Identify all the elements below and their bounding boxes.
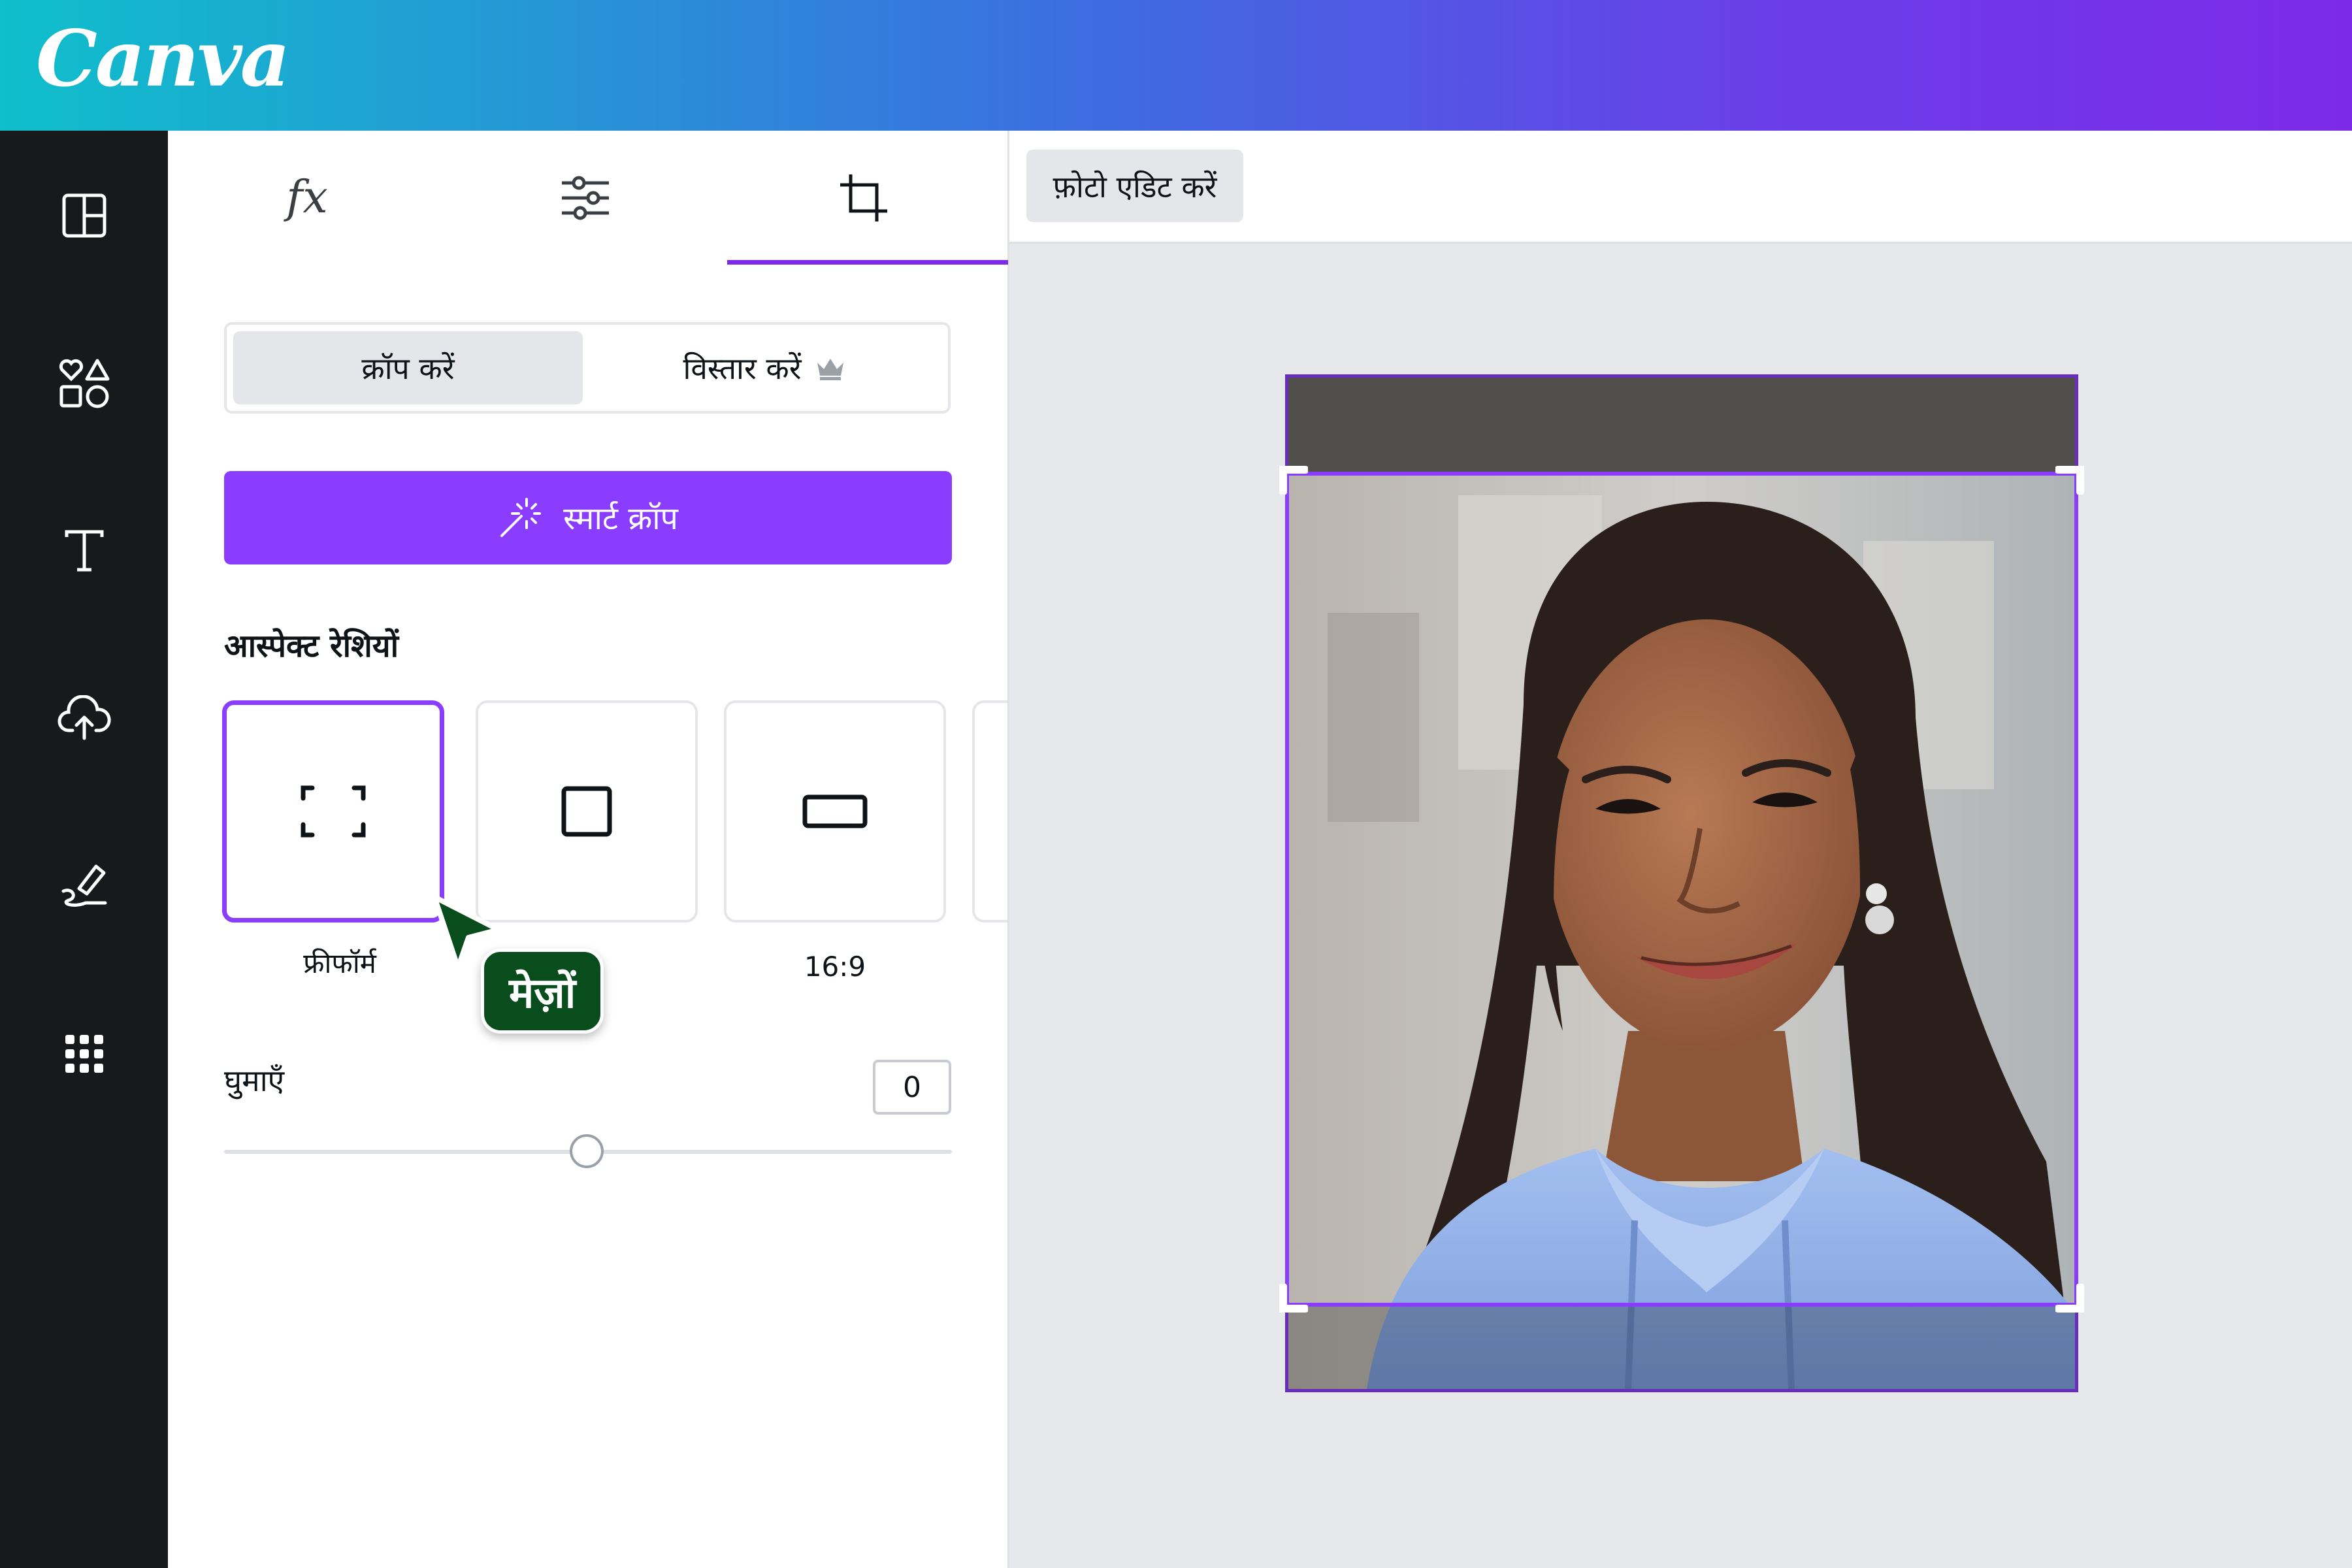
tab-adjust[interactable] [446,131,725,265]
active-tab-indicator [727,260,1008,265]
rotate-slider-thumb[interactable] [570,1134,604,1168]
smart-crop-label: स्मार्ट क्रॉप [563,500,678,537]
edit-photo-label: फ़ोटो एडिट करें [1053,169,1217,204]
elements-icon[interactable] [51,350,118,416]
rotate-value-input[interactable]: 0 [873,1060,951,1115]
tab-effects[interactable]: fx [168,131,446,265]
crop-frame[interactable] [1285,472,2078,1307]
collaborator-tooltip: मेज़ों [481,949,604,1034]
canva-logo[interactable]: Canva [36,13,290,104]
draw-icon[interactable] [51,853,118,919]
crop-handle-top-right[interactable] [2055,465,2085,495]
crop-mode-label: क्रॉप करें [361,351,455,386]
aspect-next-option[interactable] [972,700,1007,923]
crop-outside-top [1285,374,2078,472]
aspect-16-9-option[interactable] [724,700,946,923]
expand-mode-label: विस्तार करें [683,351,802,386]
expand-mode-button[interactable]: विस्तार करें [588,331,941,404]
crop-handle-bottom-right[interactable] [2055,1284,2085,1314]
magic-wand-icon [500,497,542,537]
edit-photo-button[interactable]: फ़ोटो एडिट करें [1026,150,1243,222]
top-bar [0,0,2352,131]
aspect-freeform-label: फ्रीफॉर्म [303,947,376,979]
square-icon [561,786,612,837]
crop-mode-button[interactable]: क्रॉप करें [233,331,583,404]
apps-grid-icon[interactable] [51,1021,118,1087]
effects-fx-icon: fx [286,172,328,223]
aspect-square-option[interactable] [476,700,698,923]
aspect-freeform-option[interactable] [222,700,444,923]
side-rail [0,131,168,1568]
upload-cloud-icon[interactable] [51,685,118,751]
freeform-icon [301,785,366,838]
text-icon[interactable] [51,517,118,584]
widescreen-icon [802,794,868,828]
tab-crop[interactable] [725,131,1003,265]
crop-handle-bottom-left[interactable] [1278,1284,1308,1314]
layout-icon[interactable] [51,182,118,249]
crown-icon [817,359,843,380]
smart-crop-button[interactable]: स्मार्ट क्रॉप [224,471,952,564]
aspect-ratio-heading: आस्पेक्ट रेशियों [224,628,399,664]
adjust-sliders-icon [562,176,609,220]
crop-icon [840,174,887,221]
rotate-label: घुमाएँ [224,1063,285,1098]
crop-outside-bottom [1285,1307,2078,1392]
aspect-16-9-label: 16:9 [804,951,866,983]
crop-handle-top-left[interactable] [1278,465,1308,495]
